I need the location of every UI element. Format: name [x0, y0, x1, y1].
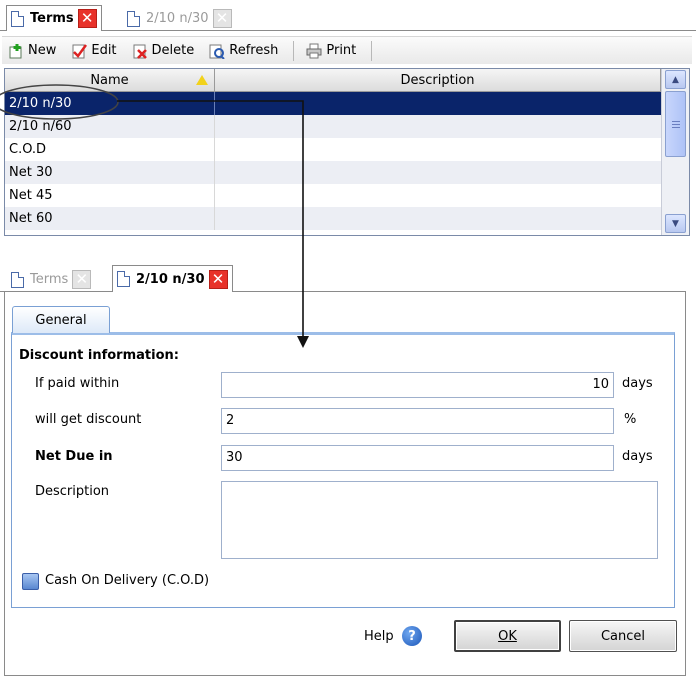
print-label: Print	[326, 43, 357, 58]
paid-within-label: If paid within	[35, 376, 120, 391]
new-label: New	[28, 43, 57, 58]
toolbar-separator	[293, 40, 295, 61]
tab-2-10-n-30-label: 2/10 n/30	[136, 271, 205, 287]
column-header-description[interactable]: Description	[215, 69, 661, 91]
table-row[interactable]: 2/10 n/30	[5, 92, 661, 115]
cell-description	[215, 207, 661, 230]
help-icon[interactable]: ?	[402, 626, 422, 646]
cod-checkbox[interactable]	[22, 573, 39, 590]
delete-label: Delete	[151, 43, 195, 58]
column-header-name-label: Name	[90, 72, 129, 88]
refresh-icon	[209, 43, 225, 59]
edit-icon	[71, 43, 88, 59]
tab-2-10-n-30-label: 2/10 n/30	[146, 11, 209, 26]
tab-2-10-n-30[interactable]: 2/10 n/30 ✕	[112, 265, 233, 292]
help-label[interactable]: Help	[364, 629, 394, 644]
column-header-name[interactable]: Name	[5, 69, 215, 91]
cell-description	[215, 161, 661, 184]
description-textarea[interactable]	[221, 481, 658, 559]
cell-name: C.O.D	[5, 138, 215, 161]
net-due-label: Net Due in	[35, 449, 113, 464]
table-row[interactable]: C.O.D	[5, 138, 661, 161]
scroll-down-icon[interactable]: ▼	[665, 214, 686, 233]
scroll-up-icon[interactable]: ▲	[665, 70, 686, 89]
description-label: Description	[35, 484, 110, 499]
print-icon	[306, 43, 322, 59]
grid-rows: 2/10 n/30 2/10 n/60 C.O.D Net 30 Net 45 …	[5, 92, 661, 230]
close-icon[interactable]: ✕	[212, 9, 232, 28]
document-icon	[11, 271, 24, 288]
toolbar: New Edit Delete Refresh Print	[2, 36, 692, 64]
cell-description	[215, 138, 661, 161]
close-icon[interactable]: ✕	[208, 269, 228, 289]
new-button[interactable]: New	[8, 43, 56, 59]
cancel-button[interactable]: Cancel	[569, 620, 677, 652]
tabstrip-divider	[0, 30, 696, 31]
tab-general[interactable]: General	[12, 306, 110, 333]
scrollbar-thumb[interactable]	[665, 91, 686, 157]
cod-checkbox-label[interactable]: Cash On Delivery (C.O.D)	[45, 573, 209, 588]
paid-within-field[interactable]: 10	[221, 372, 614, 398]
ok-button[interactable]: OK	[454, 620, 561, 652]
section-title: Discount information:	[19, 348, 179, 363]
refresh-button[interactable]: Refresh	[209, 43, 278, 59]
net-due-unit: days	[622, 449, 653, 464]
sort-ascending-icon	[196, 75, 208, 85]
terms-grid: Name Description 2/10 n/30 2/10 n/60 C.O…	[4, 68, 690, 236]
tab-general-label: General	[35, 312, 87, 328]
discount-field[interactable]: 2	[221, 408, 614, 434]
cell-name: Net 60	[5, 207, 215, 230]
terms-list-panel: Terms ✕ 2/10 n/30 ✕ New Edit Delete Refr…	[0, 0, 696, 240]
cell-name: 2/10 n/30	[5, 92, 215, 115]
cell-name: Net 45	[5, 184, 215, 207]
delete-button[interactable]: Delete	[132, 43, 195, 59]
table-row[interactable]: Net 60	[5, 207, 661, 230]
new-icon	[8, 43, 24, 59]
cell-name: Net 30	[5, 161, 215, 184]
print-button[interactable]: Print	[306, 43, 356, 59]
document-icon	[11, 10, 24, 27]
cell-description	[215, 184, 661, 207]
cancel-label: Cancel	[600, 628, 646, 644]
edit-label: Edit	[91, 43, 117, 58]
discount-unit: %	[624, 412, 637, 427]
vertical-scrollbar[interactable]: ▲ ▼	[661, 69, 689, 235]
document-icon	[127, 10, 140, 27]
discount-label: will get discount	[35, 412, 142, 427]
edit-button[interactable]: Edit	[71, 43, 117, 59]
toolbar-separator	[371, 40, 373, 61]
column-header-description-label: Description	[400, 72, 475, 88]
cell-description	[215, 92, 661, 115]
table-row[interactable]: Net 45	[5, 184, 661, 207]
close-icon[interactable]: ✕	[72, 270, 92, 289]
ok-label: OK	[498, 628, 517, 644]
refresh-label: Refresh	[229, 43, 279, 58]
net-due-field[interactable]: 30	[221, 445, 614, 471]
close-icon[interactable]: ✕	[77, 9, 97, 28]
table-row[interactable]: 2/10 n/60	[5, 115, 661, 138]
table-row[interactable]: Net 30	[5, 161, 661, 184]
cell-name: 2/10 n/60	[5, 115, 215, 138]
tab-terms-label: Terms	[30, 272, 69, 287]
delete-icon	[132, 43, 148, 59]
cell-description	[215, 115, 661, 138]
tab-2-10-n-30[interactable]: 2/10 n/30 ✕	[122, 5, 237, 31]
document-icon	[117, 271, 130, 287]
paid-within-unit: days	[622, 376, 653, 391]
tab-terms-label: Terms	[30, 11, 74, 26]
grid-header: Name Description	[5, 69, 661, 92]
tab-terms[interactable]: Terms ✕	[6, 266, 97, 292]
tab-terms[interactable]: Terms ✕	[6, 5, 102, 31]
